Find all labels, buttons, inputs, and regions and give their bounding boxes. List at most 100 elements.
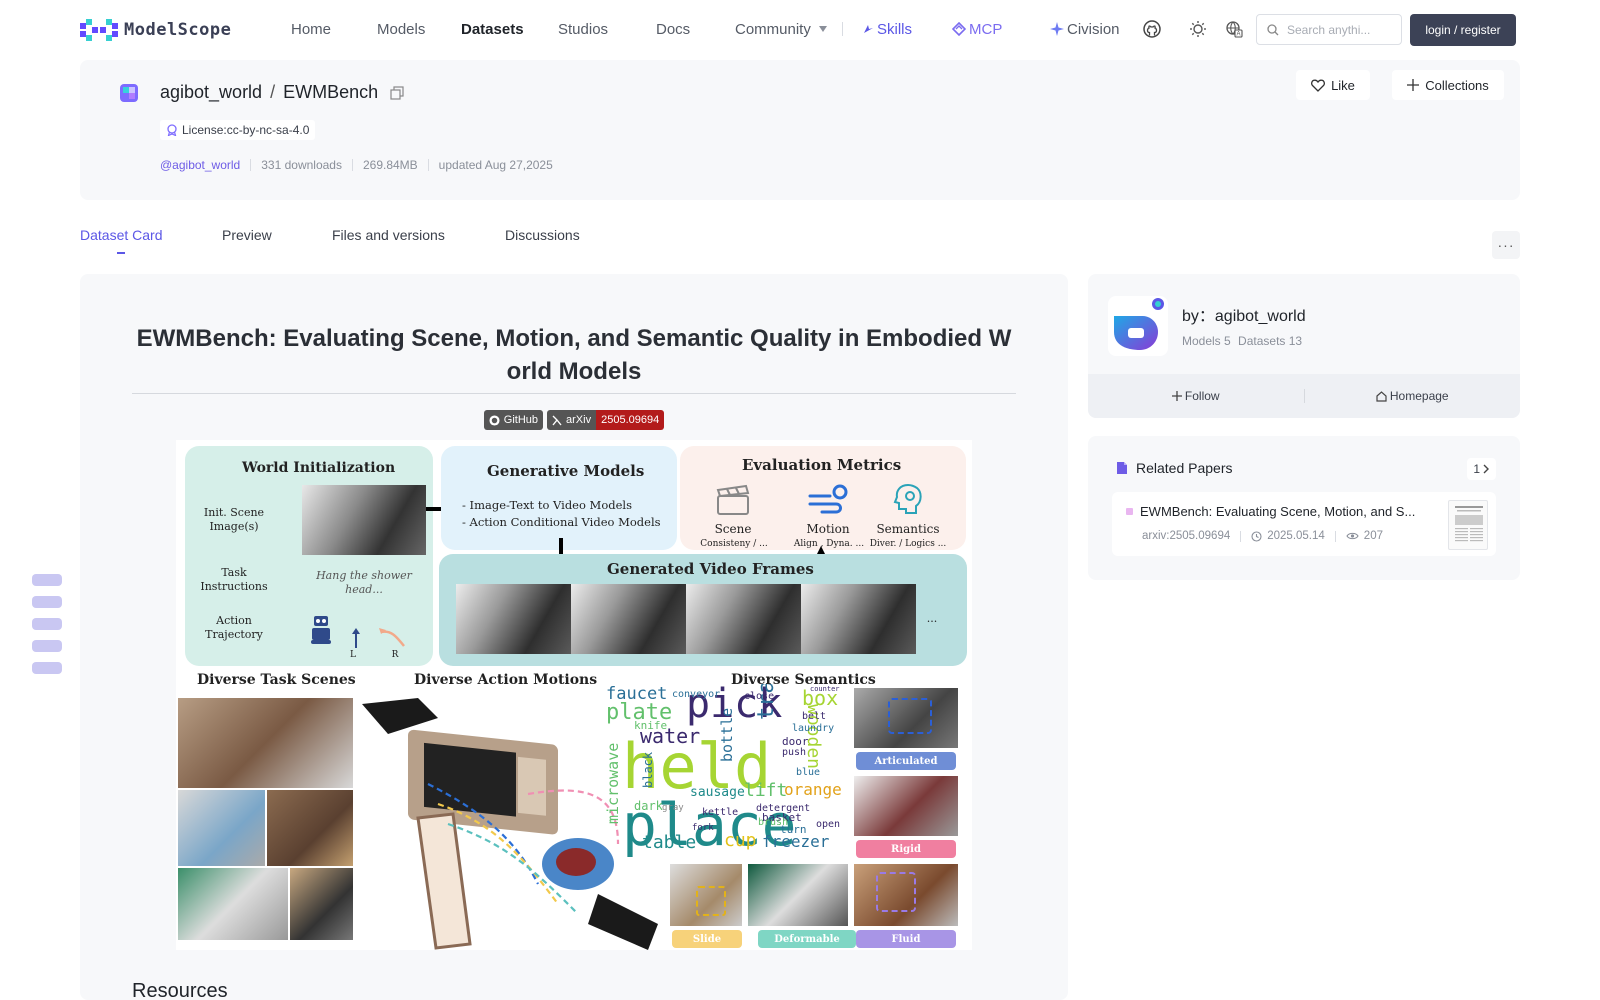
eye-icon — [1346, 532, 1359, 540]
wordcloud-word: sausage — [690, 785, 745, 800]
modelscope-logo-icon — [80, 19, 118, 41]
nav-home[interactable]: Home — [291, 21, 331, 38]
wordcloud-word: conveyor — [672, 689, 721, 700]
toc-bar — [32, 662, 62, 674]
nav-skills-label: Skills — [877, 21, 913, 38]
clapperboard-icon — [716, 484, 750, 515]
wordcloud-word: microwave — [606, 742, 622, 824]
nav-mcp[interactable]: MCP — [951, 21, 1002, 38]
scene-photo — [178, 698, 353, 788]
wordcloud-word: detergent — [756, 803, 811, 814]
tag-rigid: Rigid — [856, 840, 956, 858]
wordcloud-word: cup — [724, 830, 757, 851]
theme-toggle-icon[interactable] — [1189, 20, 1207, 38]
search-box[interactable] — [1256, 14, 1402, 45]
author-datasets-count[interactable]: Datasets 13 — [1238, 334, 1302, 348]
login-register-button[interactable]: login / register — [1410, 14, 1516, 46]
title-divider — [132, 393, 1016, 394]
language-icon[interactable]: A — [1225, 20, 1243, 38]
paper-title[interactable]: EWMBench: Evaluating Scene, Motion, and … — [1140, 504, 1420, 519]
wordcloud-word: counter — [810, 685, 840, 693]
tab-dataset-card[interactable]: Dataset Card — [80, 227, 162, 243]
license-tag[interactable]: License:cc-by-nc-sa-4.0 — [160, 120, 316, 140]
chevron-down-icon — [818, 26, 827, 32]
github-icon[interactable] — [1143, 20, 1161, 38]
task-example: Hang the shower head... — [316, 569, 412, 596]
wordcloud-word: bottle — [718, 707, 736, 762]
nav-skills[interactable]: Skills — [862, 21, 912, 38]
nav-studios[interactable]: Studios — [558, 21, 608, 38]
top-nav: ModelScope Home Models Datasets Studios … — [0, 0, 1600, 58]
metric-motion: Motion — [806, 522, 850, 536]
rigid-photo — [854, 776, 958, 836]
wordcloud-word: lift — [744, 780, 788, 801]
paper-meta: arxiv:2505.09694 2025.05.14 207 — [1142, 530, 1383, 542]
paper-views: 207 — [1363, 530, 1383, 542]
toc-toggle[interactable] — [32, 574, 62, 684]
wordcloud-word: brush — [758, 817, 789, 828]
homepage-button[interactable]: Homepage — [1305, 389, 1521, 403]
dataset-name: EWMBench — [283, 82, 379, 102]
owner-link[interactable]: @agibot_world — [160, 158, 240, 172]
license-icon — [167, 124, 177, 136]
svg-text:A: A — [1236, 32, 1240, 38]
mcp-icon — [951, 21, 967, 37]
evaluation-metrics-title: Evaluation Metrics — [742, 456, 902, 474]
author-models-count[interactable]: Models 5 — [1182, 334, 1231, 348]
badge-row: GitHub arXiv 2505.09694 — [80, 410, 1068, 430]
modelscope-logo[interactable]: ModelScope — [80, 19, 231, 41]
motion-icon — [808, 484, 848, 514]
more-options-button[interactable]: ··· — [1492, 231, 1520, 259]
nav-civision[interactable]: Civision — [1050, 21, 1120, 38]
dataset-title: agibot_world / EWMBench — [160, 82, 404, 103]
metric-scene: Scene — [714, 522, 752, 536]
github-badge[interactable]: GitHub — [483, 410, 544, 430]
tag-slide: Slide — [672, 930, 742, 948]
copy-icon[interactable] — [390, 85, 404, 100]
overview-figure: World Initialization Init. Scene Image(s… — [176, 440, 972, 950]
wordcloud-word: dark — [634, 799, 663, 813]
meta-divider — [427, 159, 429, 171]
diverse-actions-title: Diverse Action Motions — [414, 672, 598, 688]
tab-discussions[interactable]: Discussions — [505, 227, 580, 243]
papers-count-link[interactable]: 1 — [1467, 458, 1496, 480]
meta-divider — [250, 159, 252, 171]
metric-semantics-sub: Diver. / Logics ... — [869, 539, 947, 549]
nav-models[interactable]: Models — [377, 21, 425, 38]
title-slash: / — [270, 82, 276, 102]
world-init-title: World Initialization — [242, 460, 396, 476]
nav-datasets[interactable]: Datasets — [461, 21, 524, 38]
search-input[interactable] — [1287, 22, 1387, 37]
homepage-label: Homepage — [1389, 389, 1449, 403]
metric-motion-sub: Align , Dyna. ... — [793, 539, 865, 549]
license-text: License:cc-by-nc-sa-4.0 — [182, 123, 310, 137]
chevron-right-icon — [1483, 464, 1489, 474]
toc-bar — [32, 574, 62, 586]
nav-docs[interactable]: Docs — [656, 21, 690, 38]
author-name[interactable]: by：agibot_world — [1182, 302, 1306, 326]
wordcloud-word: fork — [692, 823, 714, 833]
author-actions: Follow Homepage — [1088, 374, 1520, 418]
sparkle-icon — [1050, 22, 1064, 36]
dataset-owner[interactable]: agibot_world — [160, 82, 262, 103]
arxiv-badge[interactable]: arXiv 2505.09694 — [547, 410, 665, 430]
paper-list-item[interactable]: EWMBench: Evaluating Scene, Motion, and … — [1112, 492, 1496, 556]
video-frame — [571, 584, 686, 654]
related-papers-header: Related Papers — [1116, 460, 1233, 476]
dataset-size: 269.84MB — [362, 158, 418, 172]
collections-button[interactable]: Collections — [1392, 70, 1504, 100]
active-tab-indicator — [117, 252, 125, 254]
tab-preview[interactable]: Preview — [222, 227, 272, 243]
like-button[interactable]: Like — [1296, 70, 1370, 100]
meta-divider — [351, 159, 353, 171]
nav-community-label: Community — [735, 21, 811, 38]
deformable-photo — [748, 864, 848, 926]
nav-civision-label: Civision — [1067, 21, 1120, 38]
scene-photo — [178, 868, 288, 940]
author-avatar[interactable] — [1108, 296, 1168, 356]
follow-button[interactable]: Follow — [1088, 389, 1304, 403]
nav-community[interactable]: Community — [735, 21, 827, 38]
tab-files-and-versions[interactable]: Files and versions — [332, 227, 445, 243]
author-card: by：agibot_world Models 5 Datasets 13 Fol… — [1088, 274, 1520, 418]
readme-title: EWMBench: Evaluating Scene, Motion, and … — [136, 325, 1012, 385]
